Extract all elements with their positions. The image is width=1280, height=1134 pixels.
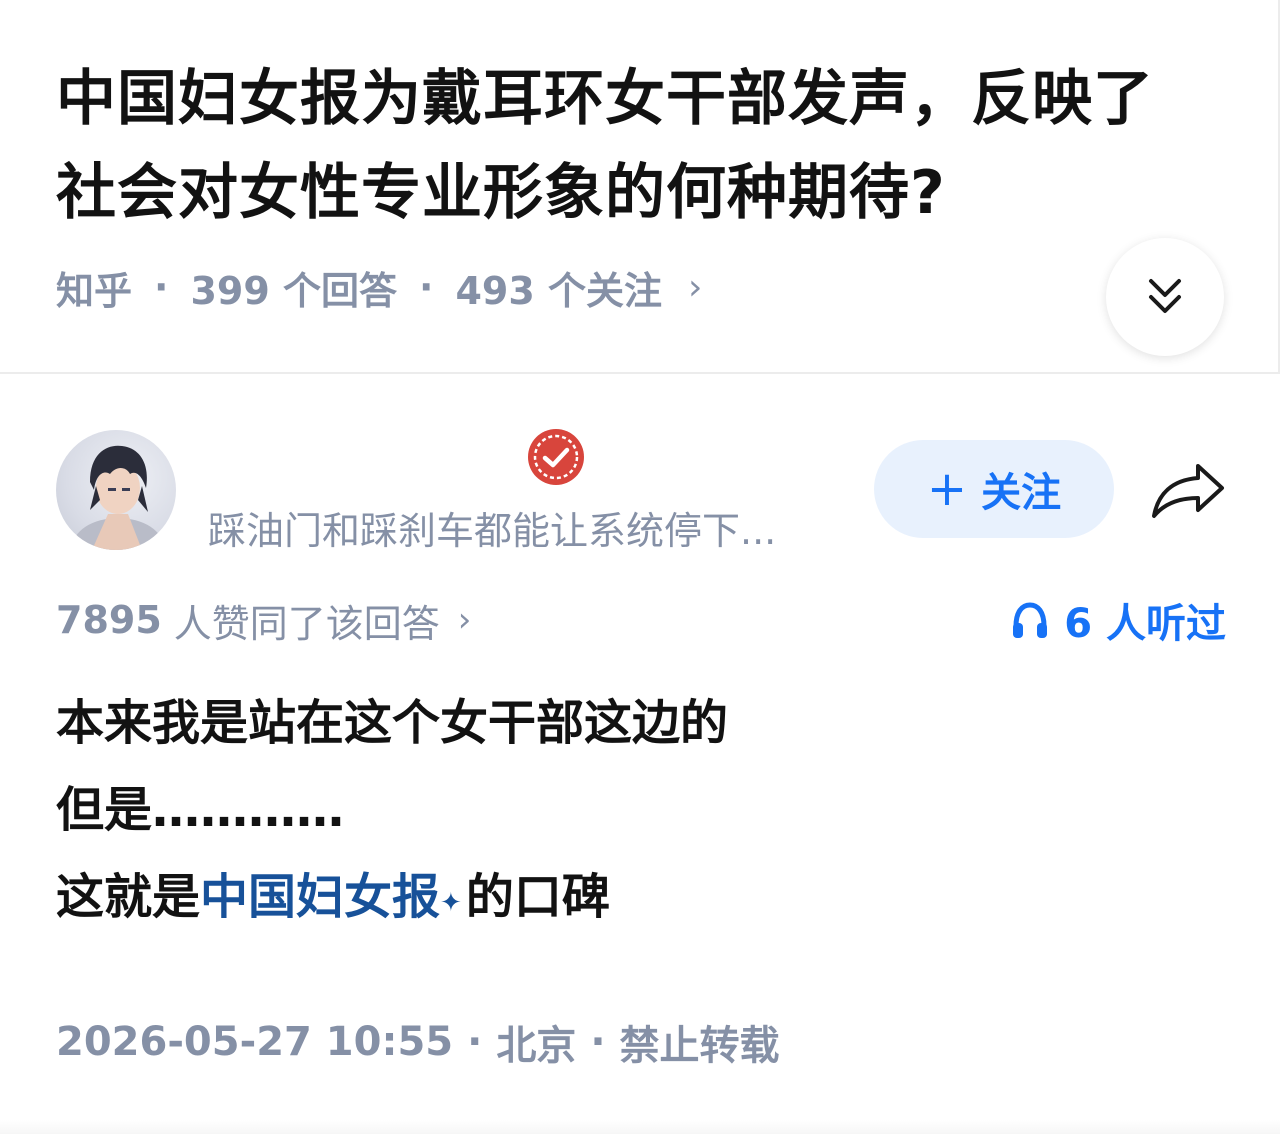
answer-line-3-suffix: 的口碑 (465, 869, 610, 925)
vote-count: 7895 (56, 598, 162, 642)
chevron-right-icon: › (457, 600, 472, 640)
separator-dot: · (590, 1019, 606, 1065)
share-icon[interactable] (1148, 458, 1228, 522)
separator-dot: · (419, 265, 434, 309)
headphones-icon (1013, 602, 1048, 638)
question-title[interactable]: 中国妇女报为戴耳环女干部发声，反映了社会对女性专业形象的何种期待? (56, 52, 1206, 240)
answer-line-1: 本来我是站在这个女干部这边的 (56, 695, 729, 751)
answer-count: 399 个回答 (190, 268, 398, 313)
location: 北京 (496, 1023, 577, 1069)
answer-line-3-prefix: 这就是 (56, 869, 201, 925)
question-card: 中国妇女报为戴耳环女干部发声，反映了社会对女性专业形象的何种期待? 知乎 · 3… (0, 0, 1280, 374)
listen-text: 6 人听过 (1064, 601, 1226, 647)
question-meta[interactable]: 知乎 · 399 个回答 · 493 个关注 › (56, 262, 703, 313)
follow-button[interactable]: + 关注 (874, 440, 1114, 538)
listen-button[interactable]: 6 人听过 (1010, 594, 1226, 647)
verified-badge-icon (528, 429, 584, 485)
answer-line-3: 这就是中国妇女报✦的口碑 (56, 854, 1216, 941)
follow-count: 493 个关注 (455, 268, 663, 313)
separator-dot: · (154, 265, 169, 309)
plus-icon: + (926, 461, 968, 517)
answer-footer: 2026-05-27 10:55 · 北京 · 禁止转载 (56, 1016, 780, 1069)
chevron-double-down-icon (1149, 279, 1181, 313)
sparkle-icon: ✦ (440, 888, 462, 918)
source-label: 知乎 (56, 268, 133, 313)
copyright-notice: 禁止转载 (619, 1023, 780, 1069)
avatar-illustration (72, 445, 164, 550)
vote-summary[interactable]: 7895 人赞同了该回答 › (56, 594, 471, 646)
avatar[interactable] (56, 430, 176, 550)
bottom-divider (0, 1120, 1280, 1134)
vote-text: 人赞同了该回答 (173, 601, 440, 646)
expand-button[interactable] (1106, 238, 1224, 356)
separator-dot: · (467, 1019, 483, 1065)
timestamp: 2026-05-27 10:55 (56, 1019, 454, 1065)
follow-label: 关注 (981, 470, 1062, 516)
answer-body: 本来我是站在这个女干部这边的 但是………… 这就是中国妇女报✦的口碑 (56, 680, 1216, 941)
author-name[interactable]: 踩油门和踩刹车都能让系统停下... (208, 500, 858, 555)
keyword-link[interactable]: 中国妇女报 (200, 869, 440, 925)
answer-line-2: 但是………… (56, 782, 345, 838)
chevron-right-icon: › (688, 266, 703, 308)
